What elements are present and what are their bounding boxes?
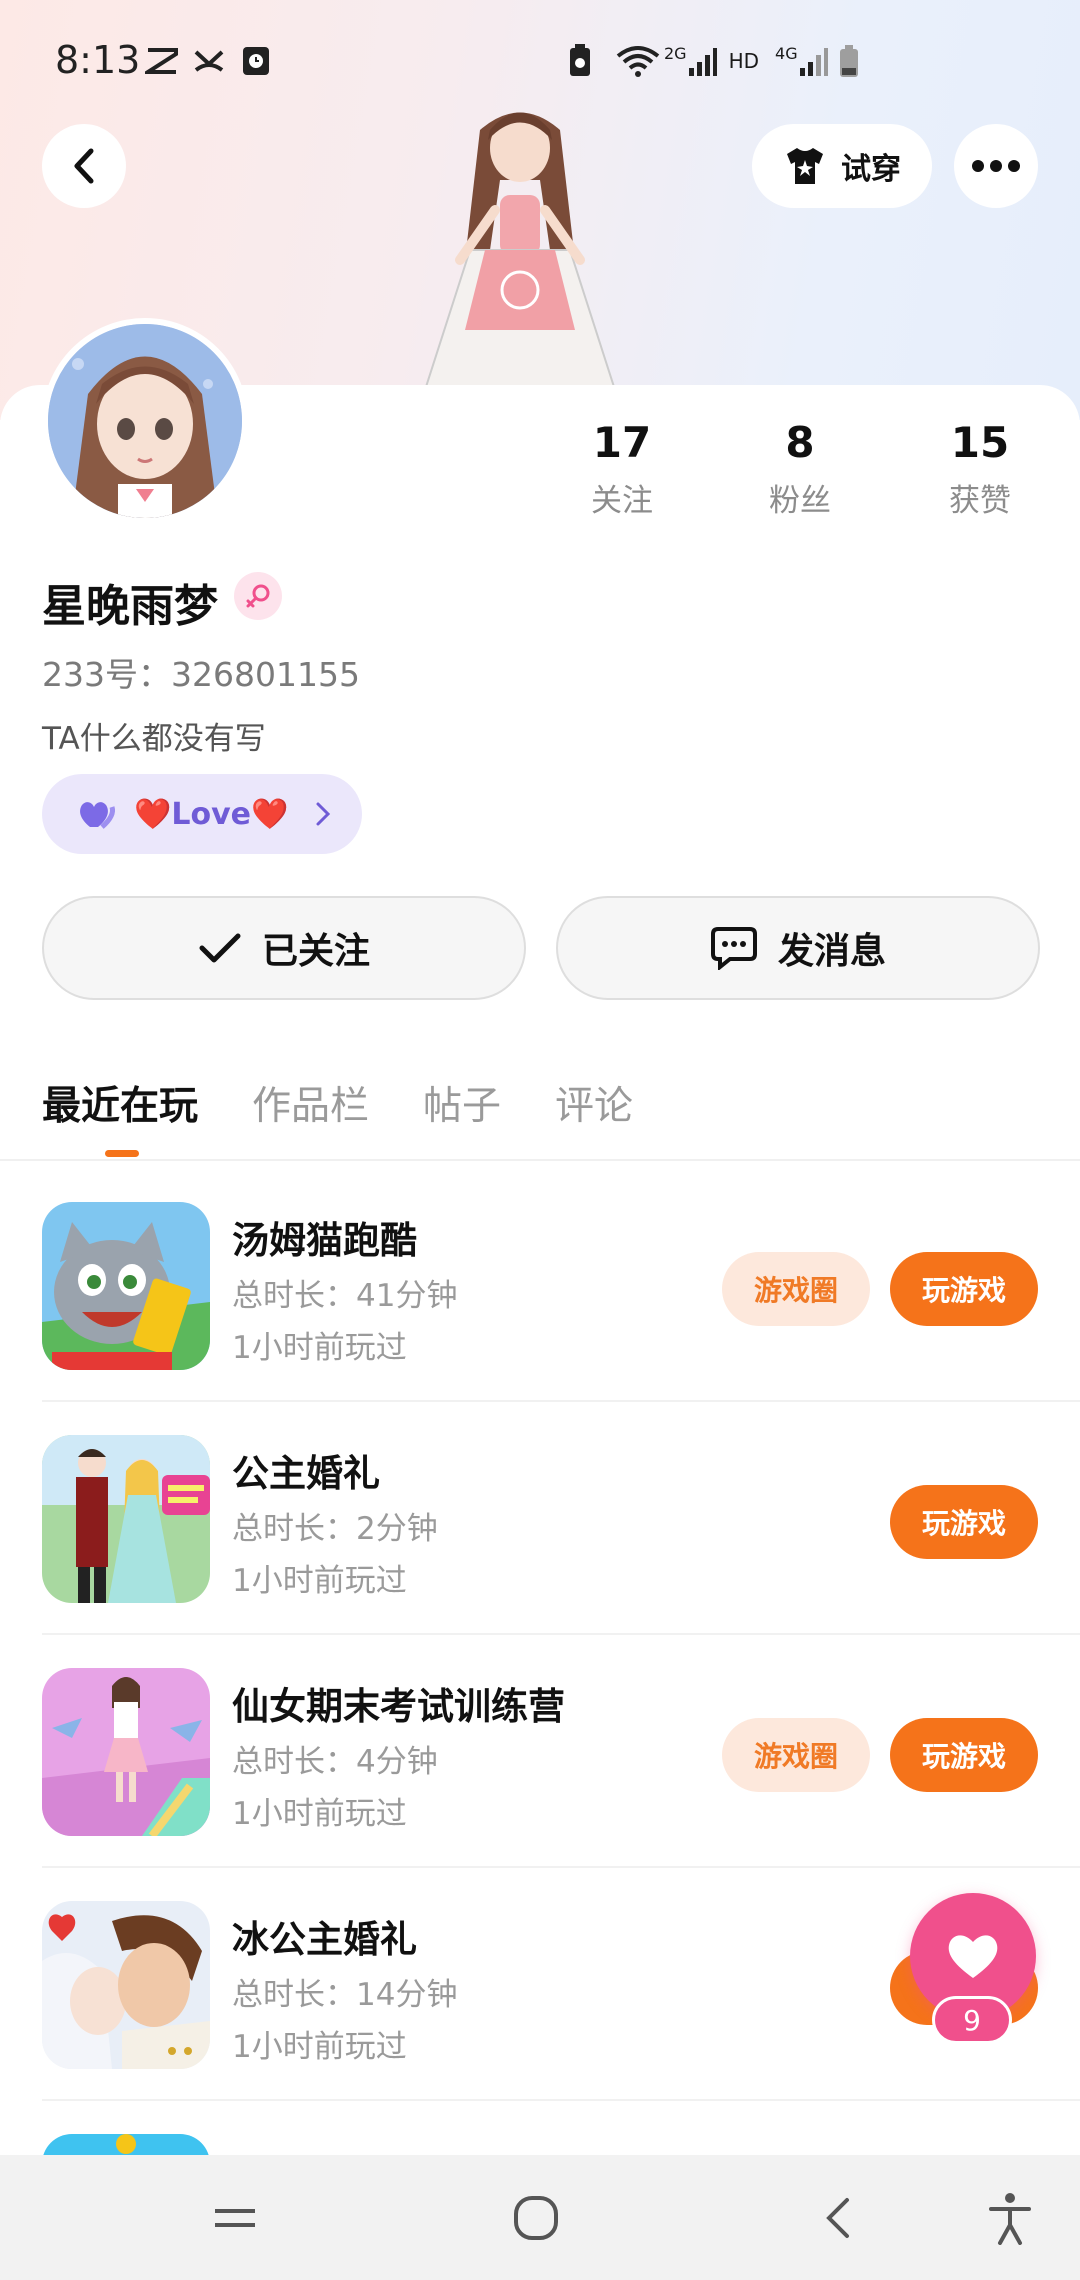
- home-circle-icon: [514, 2195, 558, 2240]
- game-title: 仙女期末考试训练营: [232, 1685, 565, 1728]
- game-row[interactable]: 仙女期末考试训练营 总时长：4分钟 1小时前玩过 游戏圈 玩游戏: [0, 1636, 1080, 1868]
- clock-app-icon: [243, 47, 269, 75]
- avatar-image: [48, 324, 242, 518]
- love-tag-label: ❤️Love❤️: [134, 796, 289, 832]
- female-gender-icon: [234, 572, 282, 620]
- system-nav-bar: [0, 2155, 1080, 2280]
- game-title: 冰公主婚礼: [232, 1918, 417, 1961]
- network-4g-label: 4G: [775, 44, 798, 63]
- tab-posts[interactable]: 帖子: [423, 1075, 501, 1131]
- game-row-partial[interactable]: [0, 2102, 1080, 2155]
- signal-icon-2: [799, 48, 828, 76]
- wifi-icon: [616, 46, 660, 77]
- stat-followers-label: 粉丝: [769, 483, 831, 519]
- tab-recently-played[interactable]: 最近在玩: [42, 1075, 198, 1131]
- chevron-right-icon: [316, 802, 331, 826]
- game-icon-partial: [42, 2134, 210, 2155]
- try-on-label: 试穿: [841, 152, 901, 187]
- game-icon-fairy-exam: [42, 1668, 210, 1836]
- stat-likes[interactable]: 15 获赞: [910, 418, 1050, 520]
- game-duration: 总时长：14分钟: [232, 1977, 458, 2013]
- tshirt-icon: [787, 148, 823, 184]
- double-heart-icon: [80, 802, 115, 829]
- heart-icon: [948, 1935, 998, 1978]
- stat-followers[interactable]: 8 粉丝: [730, 418, 870, 520]
- follow-label: 已关注: [261, 931, 370, 972]
- play-game-button[interactable]: 玩游戏: [890, 1718, 1038, 1792]
- game-last-played: 1小时前玩过: [232, 1563, 407, 1599]
- game-duration: 总时长：41分钟: [232, 1278, 458, 1314]
- profile-uid: 233号：326801155: [42, 655, 360, 694]
- recent-apps-button[interactable]: [175, 2155, 295, 2280]
- follow-button[interactable]: 已关注: [42, 896, 526, 1000]
- message-button[interactable]: 发消息: [556, 896, 1040, 1000]
- back-button[interactable]: [42, 124, 126, 208]
- love-tag[interactable]: ❤️Love❤️: [42, 774, 362, 854]
- more-button[interactable]: [954, 124, 1038, 208]
- game-last-played: 1小时前玩过: [232, 2029, 407, 2065]
- tab-works[interactable]: 作品栏: [252, 1075, 369, 1131]
- play-game-button[interactable]: 玩游戏: [890, 1252, 1038, 1326]
- battery-saver-icon: [570, 44, 590, 76]
- tab-comments[interactable]: 评论: [555, 1075, 633, 1131]
- game-icon-princess-wedding: [42, 1435, 210, 1603]
- stat-following-label: 关注: [591, 483, 653, 519]
- active-tab-indicator: [105, 1150, 139, 1157]
- game-duration: 总时长：2分钟: [232, 1511, 438, 1547]
- notification-icon: [145, 48, 178, 74]
- game-last-played: 1小时前玩过: [232, 1330, 407, 1366]
- row-divider: [42, 2099, 1080, 2101]
- avatar[interactable]: [42, 318, 248, 524]
- battery-icon: [839, 45, 858, 77]
- stat-following[interactable]: 17 关注: [552, 418, 692, 520]
- menu-lines-icon: [215, 2208, 255, 2227]
- game-circle-button[interactable]: 游戏圈: [722, 1252, 870, 1326]
- character-avatar-3d[interactable]: [400, 100, 640, 390]
- game-duration: 总时长：4分钟: [232, 1744, 438, 1780]
- game-title: 公主婚礼: [232, 1452, 380, 1495]
- status-time: 8:13: [55, 38, 141, 82]
- row-divider: [42, 1866, 1080, 1868]
- row-divider: [42, 1400, 1080, 1402]
- stat-following-value: 17: [592, 418, 652, 467]
- tab-divider: [0, 1159, 1080, 1161]
- more-dots-icon: [972, 160, 1020, 172]
- hd-label: HD: [728, 49, 760, 73]
- stat-followers-value: 8: [785, 418, 815, 467]
- back-nav-button[interactable]: [778, 2155, 898, 2280]
- game-row[interactable]: 公主婚礼 总时长：2分钟 1小时前玩过 玩游戏: [0, 1403, 1080, 1635]
- row-divider: [42, 1633, 1080, 1635]
- home-button[interactable]: [476, 2155, 596, 2280]
- profile-name: 星晚雨梦: [42, 581, 218, 632]
- game-circle-button[interactable]: 游戏圈: [722, 1718, 870, 1792]
- chat-bubble-icon: [710, 927, 757, 970]
- stat-likes-label: 获赞: [949, 483, 1011, 519]
- game-icon-ice-princess-wedding: [42, 1901, 210, 2069]
- try-on-button[interactable]: 试穿: [752, 124, 932, 208]
- game-title: 汤姆猫跑酷: [232, 1219, 417, 1262]
- message-label: 发消息: [777, 931, 886, 972]
- status-icons: 2G HD 4G: [566, 44, 860, 78]
- profile-bio: TA什么都没有写: [42, 721, 266, 757]
- profile-tabs: 最近在玩 作品栏 帖子 评论: [42, 1075, 633, 1131]
- missed-call-icon: [194, 50, 224, 72]
- play-game-button[interactable]: 玩游戏: [890, 1485, 1038, 1559]
- accessibility-icon: [989, 2192, 1031, 2245]
- game-row[interactable]: 汤姆猫跑酷 总时长：41分钟 1小时前玩过 游戏圈 玩游戏: [0, 1170, 1080, 1402]
- back-arrow-icon: [826, 2197, 849, 2238]
- stat-likes-value: 15: [950, 418, 1010, 467]
- checkmark-icon: [199, 933, 241, 963]
- like-count-badge: 9: [932, 1996, 1012, 2044]
- chevron-left-icon: [74, 148, 94, 184]
- signal-icon: [688, 48, 717, 76]
- game-icon-tom-cat: [42, 1202, 210, 1370]
- network-2g-label: 2G: [664, 44, 687, 63]
- accessibility-button[interactable]: [950, 2155, 1070, 2280]
- game-last-played: 1小时前玩过: [232, 1796, 407, 1832]
